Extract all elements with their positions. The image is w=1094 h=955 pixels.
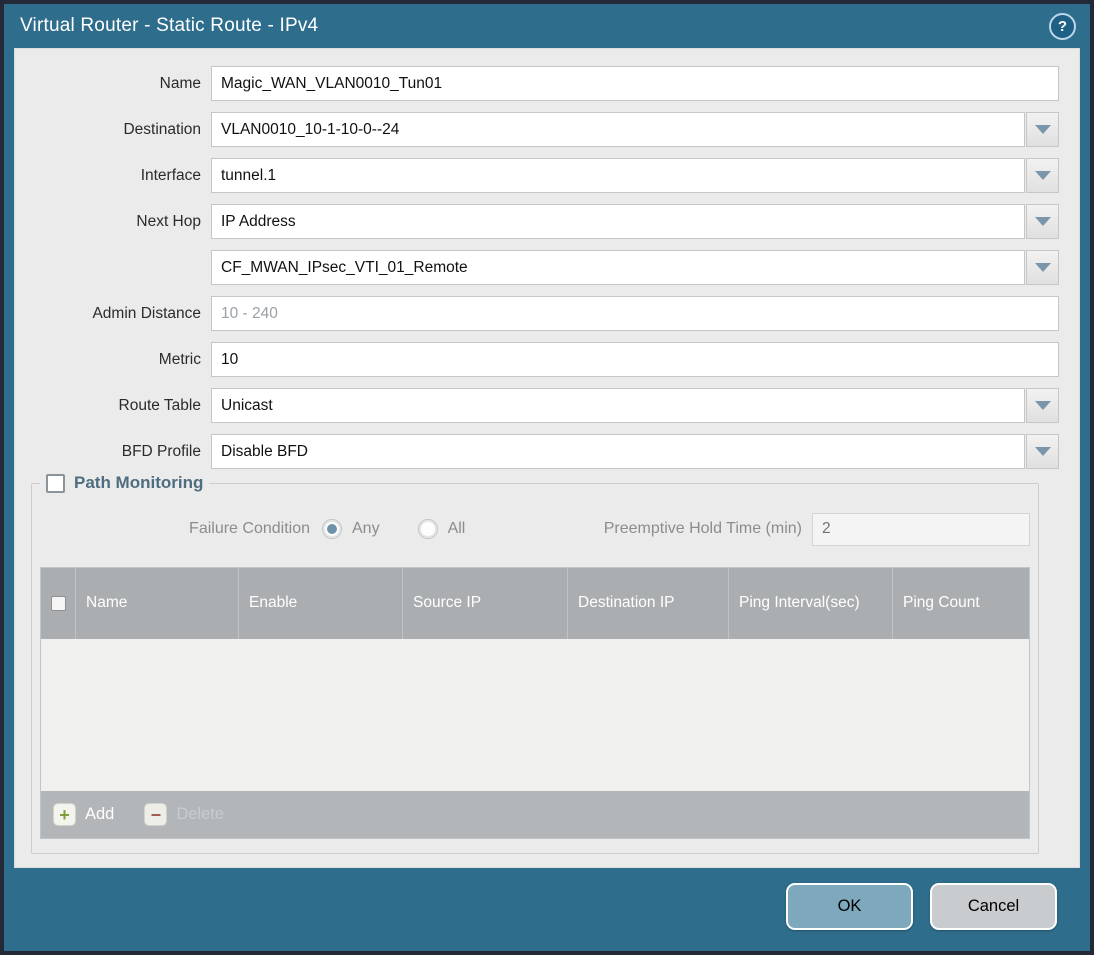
next-hop-type-dropdown-button[interactable] <box>1026 204 1059 239</box>
next-hop-address-dropdown-button[interactable] <box>1026 250 1059 285</box>
destination-dropdown-button[interactable] <box>1026 112 1059 147</box>
help-icon[interactable]: ? <box>1049 12 1076 40</box>
destination-combo <box>211 112 1059 147</box>
form-row-bfd-profile: BFD Profile <box>15 434 1059 469</box>
form-row-metric: Metric <box>15 342 1059 377</box>
plus-icon: + <box>53 803 76 826</box>
form-row-route-table: Route Table <box>15 388 1059 423</box>
table-header-row: Name Enable Source IP Destination IP Pin… <box>41 568 1029 639</box>
route-table-input[interactable] <box>211 388 1025 423</box>
failure-condition-row: Failure Condition Any All Preemptive Hol… <box>40 511 1030 547</box>
failure-condition-any-label: Any <box>352 520 380 537</box>
failure-condition-any-option: Any <box>322 519 380 539</box>
table-body-empty <box>41 639 1029 791</box>
table-header-name: Name <box>75 568 238 639</box>
path-monitoring-title: Path Monitoring <box>74 473 204 492</box>
next-hop-address-combo <box>211 250 1059 285</box>
form-row-destination: Destination <box>15 112 1059 147</box>
bfd-profile-dropdown-button[interactable] <box>1026 434 1059 469</box>
route-table-dropdown-button[interactable] <box>1026 388 1059 423</box>
admin-distance-input[interactable] <box>211 296 1059 331</box>
name-label: Name <box>159 74 201 92</box>
route-table-combo <box>211 388 1059 423</box>
destination-label: Destination <box>123 120 201 138</box>
form-row-name: Name <box>15 66 1059 101</box>
ok-button[interactable]: OK <box>786 883 913 930</box>
form-row-next-hop: Next Hop <box>15 204 1059 239</box>
dialog-content: Name Destination Interface <box>14 48 1080 868</box>
bfd-profile-combo <box>211 434 1059 469</box>
table-header-ping-count: Ping Count <box>892 568 1029 639</box>
chevron-down-icon <box>1034 401 1051 410</box>
interface-dropdown-button[interactable] <box>1026 158 1059 193</box>
name-input[interactable] <box>211 66 1059 101</box>
select-all-checkbox[interactable] <box>50 596 66 611</box>
preemptive-hold-time-input <box>812 512 1030 546</box>
help-glyph: ? <box>1057 17 1068 35</box>
path-monitoring-legend: Path Monitoring <box>40 473 210 493</box>
table-header-ping-interval: Ping Interval(sec) <box>728 568 892 639</box>
add-button-label: Add <box>85 805 115 823</box>
chevron-down-icon <box>1034 125 1051 134</box>
path-monitoring-checkbox[interactable] <box>46 473 65 493</box>
metric-input[interactable] <box>211 342 1059 377</box>
next-hop-label: Next Hop <box>136 212 201 230</box>
next-hop-type-input[interactable] <box>211 204 1025 239</box>
dialog-titlebar: Virtual Router - Static Route - IPv4 ? <box>4 4 1090 48</box>
interface-input[interactable] <box>211 158 1025 193</box>
failure-condition-any-radio <box>322 519 342 539</box>
route-table-label: Route Table <box>118 396 201 414</box>
delete-button-label: Delete <box>176 805 225 823</box>
admin-distance-label: Admin Distance <box>92 304 201 322</box>
preemptive-hold-time-label: Preemptive Hold Time (min) <box>603 520 802 537</box>
failure-condition-all-radio <box>417 519 438 539</box>
chevron-down-icon <box>1034 171 1051 180</box>
chevron-down-icon <box>1034 263 1051 272</box>
table-header-select <box>41 568 75 639</box>
table-header-enable: Enable <box>238 568 402 639</box>
path-monitoring-section: Path Monitoring Failure Condition Any Al… <box>31 473 1039 854</box>
bfd-profile-input[interactable] <box>211 434 1025 469</box>
bfd-profile-label: BFD Profile <box>121 442 201 460</box>
failure-condition-all-label: All <box>447 520 466 537</box>
destination-input[interactable] <box>211 112 1025 147</box>
interface-label: Interface <box>140 166 201 184</box>
path-monitoring-table: Name Enable Source IP Destination IP Pin… <box>40 567 1030 839</box>
form-row-admin-distance: Admin Distance <box>15 296 1059 331</box>
dialog-title: Virtual Router - Static Route - IPv4 <box>20 15 319 36</box>
next-hop-type-combo <box>211 204 1059 239</box>
failure-condition-label: Failure Condition <box>189 520 310 537</box>
table-header-source-ip: Source IP <box>402 568 567 639</box>
failure-condition-all-option: All <box>417 519 466 539</box>
delete-button: − Delete <box>144 803 224 826</box>
form-row-next-hop-address <box>15 250 1059 285</box>
chevron-down-icon <box>1034 447 1051 456</box>
table-toolbar: + Add − Delete <box>41 791 1029 838</box>
next-hop-address-input[interactable] <box>211 250 1025 285</box>
interface-combo <box>211 158 1059 193</box>
cancel-button[interactable]: Cancel <box>930 883 1057 930</box>
add-button[interactable]: + Add <box>53 803 114 826</box>
minus-icon: − <box>144 803 168 826</box>
metric-label: Metric <box>158 350 201 368</box>
table-header-destination-ip: Destination IP <box>567 568 728 639</box>
form-row-interface: Interface <box>15 158 1059 193</box>
chevron-down-icon <box>1034 217 1051 226</box>
static-route-dialog: Virtual Router - Static Route - IPv4 ? N… <box>0 0 1094 955</box>
